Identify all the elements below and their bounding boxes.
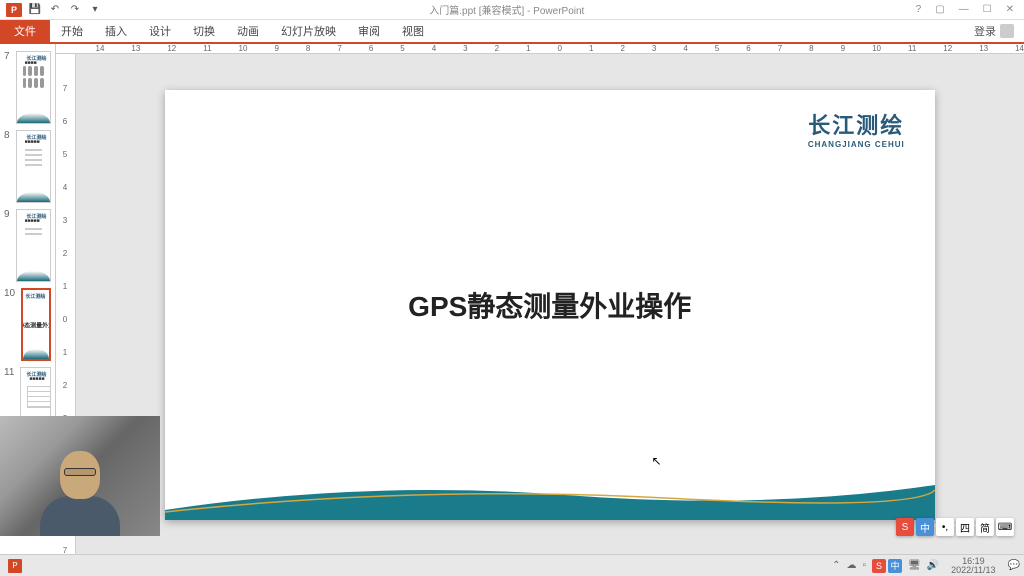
tray-ime[interactable]: S 中 [872,559,902,573]
save-icon[interactable]: 💾 [28,3,42,17]
minimize-icon[interactable]: — [959,4,969,15]
company-logo: 长江测绘 CHANGJIANG CEHUI [808,108,905,149]
avatar-icon [1000,24,1014,38]
help-icon[interactable]: ? [916,4,922,15]
tray-app-icon[interactable]: ▫ [862,560,866,571]
tab-insert[interactable]: 插入 [94,20,138,42]
quick-access-toolbar: P 💾 ↶ ↷ ▾ [0,3,108,17]
thumbnail-10[interactable]: 10 长江测绘GPS静态测量外业操作 [0,285,55,364]
ime-simp-icon[interactable]: 简 [976,518,994,536]
thumbnail-9[interactable]: 9 长江测绘■■■■■ [0,206,55,285]
tab-design[interactable]: 设计 [138,20,182,42]
thumbnail-8[interactable]: 8 长江测绘■■■■■ [0,127,55,206]
tab-review[interactable]: 审阅 [347,20,391,42]
editor-area: 141312111098765432101234567891011121314 … [56,44,1024,516]
webcam-overlay[interactable] [0,416,160,536]
tab-view[interactable]: 视图 [391,20,435,42]
slide-decoration [165,470,935,520]
slide-canvas[interactable]: 长江测绘 CHANGJIANG CEHUI GPS静态测量外业操作 [165,90,935,520]
login-button[interactable]: 登录 [964,20,1024,42]
file-tab[interactable]: 文件 [0,20,50,42]
ime-width-icon[interactable]: 四 [956,518,974,536]
close-icon[interactable]: ✕ [1006,4,1014,15]
taskbar-clock[interactable]: 16:19 2022/11/13 [945,557,1001,575]
ribbon-options-icon[interactable]: ▢ [935,4,944,15]
tray-network-icon[interactable]: 🖥 [908,560,921,571]
system-tray: ⌃ ☁ ▫ S 中 🖥 🔊 16:19 2022/11/13 💬 [832,557,1020,575]
ime-punct-icon[interactable]: •, [936,518,954,536]
document-title: 入门篇.ppt [兼容模式] - PowerPoint [108,2,906,17]
ime-keyboard-icon[interactable]: ⌨ [996,518,1014,536]
tab-transitions[interactable]: 切换 [182,20,226,42]
thumbnail-7[interactable]: 7 长江测绘■■■■ [0,48,55,127]
qat-dropdown-icon[interactable]: ▾ [88,3,102,17]
tab-animations[interactable]: 动画 [226,20,270,42]
tab-home[interactable]: 开始 [50,20,94,42]
tray-onedrive-icon[interactable]: ☁ [846,560,856,571]
undo-icon[interactable]: ↶ [48,3,62,17]
ime-chinese-icon[interactable]: 中 [916,518,934,536]
window-controls: ? ▢ — ☐ ✕ [906,4,1024,15]
powerpoint-icon[interactable]: P [6,3,22,17]
redo-icon[interactable]: ↷ [68,3,82,17]
title-bar: P 💾 ↶ ↷ ▾ 入门篇.ppt [兼容模式] - PowerPoint ? … [0,0,1024,20]
maximize-icon[interactable]: ☐ [983,4,992,15]
tray-up-icon[interactable]: ⌃ [832,560,840,571]
ime-sogou-icon[interactable]: S [896,518,914,536]
slide-title[interactable]: GPS静态测量外业操作 [408,285,691,325]
taskbar-powerpoint-icon[interactable]: P [8,559,22,573]
ribbon-tabs: 文件 开始 插入 设计 切换 动画 幻灯片放映 审阅 视图 登录 [0,20,1024,42]
tray-notification-icon[interactable]: 💬 [1008,560,1020,571]
slide-area[interactable]: 长江测绘 CHANGJIANG CEHUI GPS静态测量外业操作 ↖ [76,54,1024,555]
tab-slideshow[interactable]: 幻灯片放映 [270,20,347,42]
windows-taskbar: P ⌃ ☁ ▫ S 中 🖥 🔊 16:19 2022/11/13 💬 [0,554,1024,576]
horizontal-ruler[interactable]: 141312111098765432101234567891011121314 [56,44,1024,54]
tray-volume-icon[interactable]: 🔊 [927,560,939,571]
floating-ime-bar[interactable]: S 中 •, 四 简 ⌨ [896,518,1014,536]
